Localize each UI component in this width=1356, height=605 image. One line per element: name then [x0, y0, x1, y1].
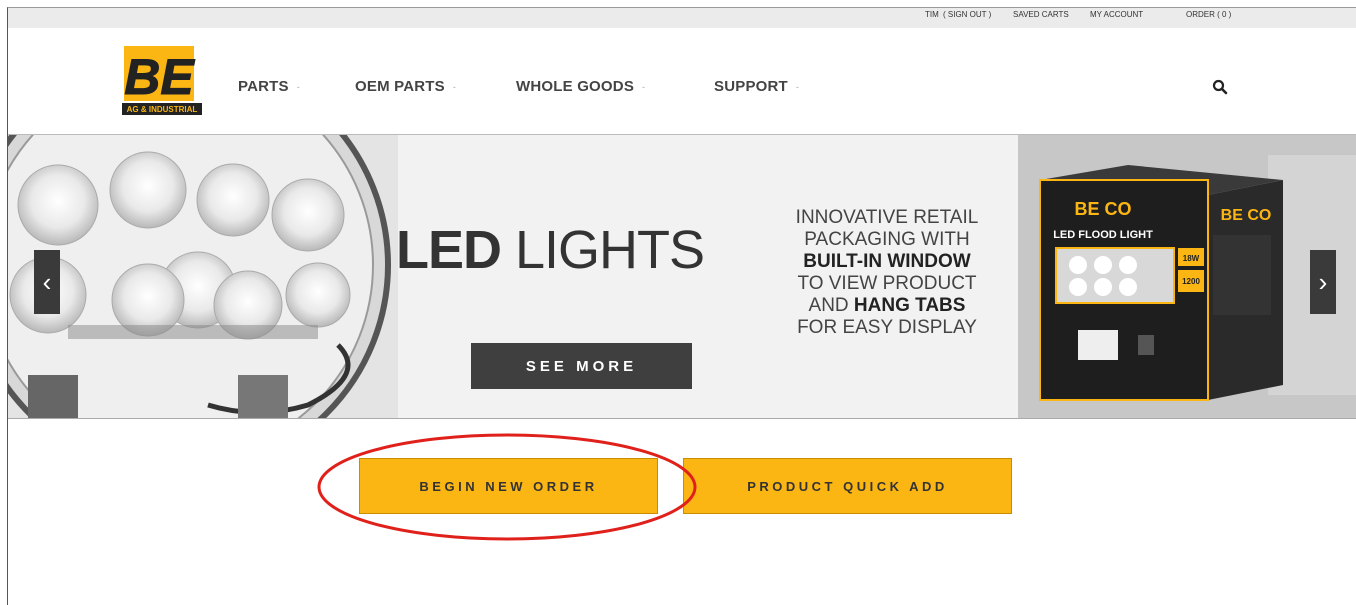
- logo-subtitle: AG & INDUSTRIAL: [127, 105, 198, 114]
- sign-out-link[interactable]: ( SIGN OUT ): [943, 10, 991, 19]
- chevron-right-icon: ›: [1318, 266, 1328, 297]
- site-logo[interactable]: BE AG & INDUSTRIAL: [116, 46, 202, 116]
- nav-whole-goods[interactable]: WHOLE GOODS -: [516, 78, 645, 95]
- box-brand-side: BE CO: [1221, 207, 1272, 224]
- tagline-line: INNOVATIVE RETAIL: [795, 207, 979, 228]
- nav-oem-parts-label: OEM PARTS: [355, 78, 445, 95]
- headline-light: LIGHTS: [515, 220, 705, 280]
- tagline-line: BUILT-IN WINDOW: [803, 251, 971, 272]
- utility-bar: [8, 8, 1356, 28]
- tagline-line: PACKAGING WITH: [804, 229, 970, 250]
- box-watts: 18W: [1183, 254, 1200, 263]
- chevron-down-icon: -: [452, 81, 457, 92]
- nav-oem-parts[interactable]: OEM PARTS -: [355, 78, 456, 95]
- box-lumens: 1200: [1182, 277, 1200, 286]
- saved-carts-link[interactable]: SAVED CARTS: [1013, 10, 1069, 19]
- tagline-bold: HANG TABS: [853, 295, 966, 316]
- search-icon[interactable]: [1212, 79, 1228, 95]
- product-box-image: BE CO BE CO LED FLOOD LIGHT 18W 1200: [1018, 135, 1356, 418]
- product-quick-add-button[interactable]: PRODUCT QUICK ADD: [683, 458, 1012, 514]
- logo-letters: BE: [124, 49, 195, 105]
- nav-parts[interactable]: PARTS -: [238, 78, 300, 95]
- tagline-line-hang: AND HANG TABS: [772, 295, 1002, 317]
- led-light-image: [8, 135, 398, 418]
- carousel-next-button[interactable]: ›: [1310, 250, 1336, 314]
- box-label: LED FLOOD LIGHT: [1053, 229, 1153, 241]
- user-name: TIM: [925, 10, 939, 19]
- banner-headline: LED LIGHTS: [396, 219, 705, 281]
- order-cart-link[interactable]: ORDER ( 0 ): [1186, 10, 1231, 19]
- nav-parts-label: PARTS: [238, 78, 289, 95]
- tagline-line: FOR EASY DISPLAY: [797, 317, 977, 338]
- chevron-down-icon: -: [642, 81, 646, 92]
- nav-support-label: SUPPORT: [714, 78, 788, 95]
- hero-banner: LED LIGHTS INNOVATIVE RETAIL PACKAGING W…: [8, 134, 1356, 419]
- my-account-link[interactable]: MY ACCOUNT: [1090, 10, 1143, 19]
- carousel-prev-button[interactable]: ‹: [34, 250, 60, 314]
- chevron-down-icon: -: [795, 81, 800, 92]
- tagline-prefix: AND: [808, 295, 854, 316]
- banner-tagline: INNOVATIVE RETAIL PACKAGING WITH BUILT-I…: [772, 207, 1002, 339]
- chevron-left-icon: ‹: [42, 266, 52, 297]
- begin-new-order-button[interactable]: BEGIN NEW ORDER: [359, 458, 658, 514]
- headline-bold: LED: [396, 220, 502, 280]
- see-more-button[interactable]: SEE MORE: [471, 343, 692, 389]
- chevron-down-icon: -: [296, 81, 300, 92]
- nav-support[interactable]: SUPPORT -: [714, 78, 799, 95]
- box-brand: BE CO: [1074, 199, 1131, 219]
- nav-whole-goods-label: WHOLE GOODS: [516, 78, 635, 95]
- tagline-line: TO VIEW PRODUCT: [797, 273, 977, 294]
